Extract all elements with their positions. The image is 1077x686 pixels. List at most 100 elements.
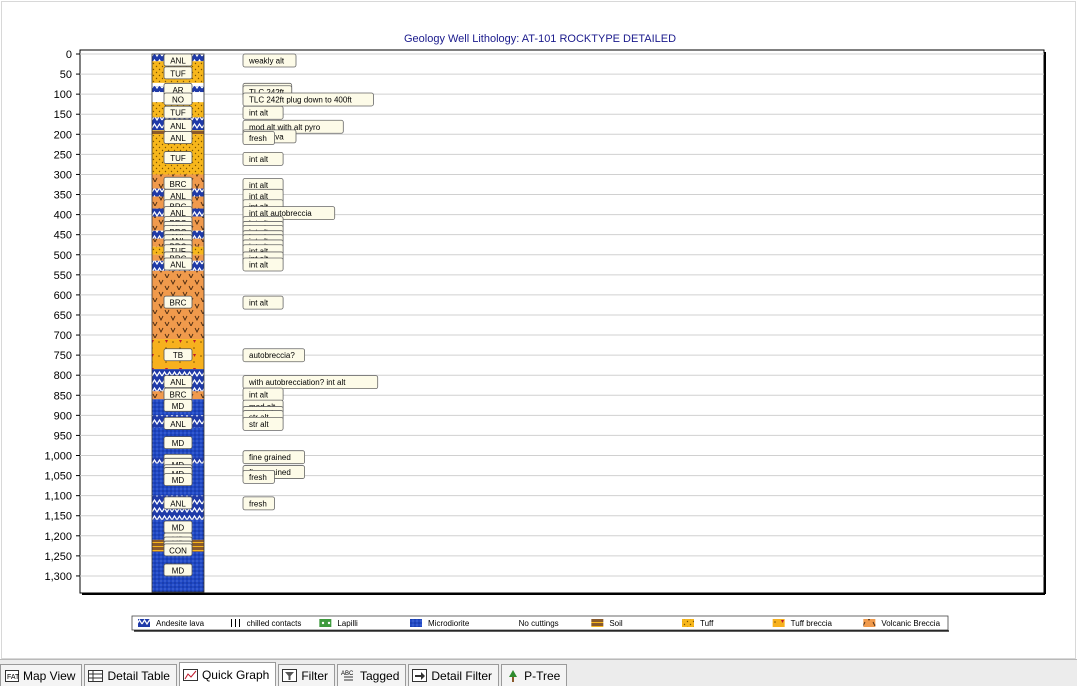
comment-text: weakly alt bbox=[248, 57, 285, 66]
comment-text: with autobrecciation? int alt bbox=[248, 378, 346, 387]
legend-swatch bbox=[591, 619, 604, 627]
y-tick-label: 50 bbox=[60, 69, 72, 81]
svg-text:ABC: ABC bbox=[341, 671, 354, 677]
comment-label: fresh bbox=[242, 469, 275, 484]
table-icon bbox=[88, 669, 104, 683]
y-tick-label: 600 bbox=[54, 290, 72, 302]
comment-label: int alt bbox=[242, 151, 284, 166]
comment-text: fresh bbox=[249, 499, 267, 508]
tab-label: Map View bbox=[23, 668, 76, 683]
rock-code-text: MD bbox=[172, 566, 185, 575]
tab-filter[interactable]: Filter bbox=[278, 664, 335, 686]
legend-swatch bbox=[772, 619, 785, 627]
comment-label: with autobrecciation? int alt bbox=[242, 375, 379, 390]
rock-code-label: ANL bbox=[163, 375, 193, 389]
tab-label: Quick Graph bbox=[201, 667, 270, 682]
y-tick-label: 800 bbox=[54, 370, 72, 382]
rock-code-text: ANL bbox=[170, 134, 186, 143]
rock-code-label: ANL bbox=[163, 131, 193, 144]
comment-text: str alt bbox=[249, 420, 269, 429]
legend-swatch bbox=[228, 619, 241, 627]
tab-p-tree[interactable]: P-Tree bbox=[501, 664, 568, 686]
rock-code-label: MD bbox=[163, 520, 193, 534]
y-axis: 0 50 100 150 200 250 300 350 400 450 500 550 600 650 7… bbox=[44, 49, 80, 583]
legend-label: Tuff breccia bbox=[791, 619, 833, 628]
legend-label: Andesite lava bbox=[156, 619, 205, 628]
comment-label: fresh bbox=[242, 131, 275, 145]
rock-code-label: BRC bbox=[163, 387, 193, 401]
svg-text:FAT: FAT bbox=[7, 674, 19, 681]
y-tick-label: 1,300 bbox=[44, 571, 72, 583]
tab-detail-filter[interactable]: Detail Filter bbox=[408, 664, 500, 686]
rock-code-text: ANL bbox=[170, 499, 186, 508]
rock-code-label: MD bbox=[163, 563, 193, 577]
rock-code-text: ANL bbox=[170, 122, 186, 131]
legend-swatch bbox=[863, 619, 876, 627]
comment-text: int alt bbox=[249, 299, 269, 308]
rock-code-label: NO bbox=[163, 92, 193, 106]
rock-code-text: CON bbox=[169, 546, 187, 555]
legend-label: Tuff bbox=[700, 619, 714, 628]
rock-code-label: TUF bbox=[163, 66, 193, 80]
rock-code-text: ANL bbox=[170, 57, 186, 66]
rock-code-text: MD bbox=[172, 476, 185, 485]
tab-quick-graph[interactable]: Quick Graph bbox=[178, 662, 277, 686]
y-tick-label: 900 bbox=[54, 410, 72, 422]
y-tick-label: 550 bbox=[54, 270, 72, 282]
tab-detail-table[interactable]: Detail Table bbox=[84, 664, 177, 686]
y-tick-label: 100 bbox=[54, 89, 72, 101]
y-tick-label: 1,050 bbox=[44, 471, 72, 483]
legend-swatch bbox=[138, 619, 150, 627]
rock-code-label: TUF bbox=[163, 105, 193, 119]
rock-code-label: TB bbox=[163, 348, 193, 362]
y-tick-label: 1,000 bbox=[44, 451, 72, 463]
y-tick-label: 300 bbox=[54, 169, 72, 181]
rock-code-text: NO bbox=[172, 95, 184, 104]
y-tick-label: 400 bbox=[54, 210, 72, 222]
rock-code-text: TUF bbox=[170, 154, 186, 163]
map-icon: FAT bbox=[4, 669, 19, 683]
y-tick-label: 750 bbox=[54, 350, 72, 362]
tab-label: Detail Table bbox=[107, 668, 170, 683]
rock-code-label: ANL bbox=[163, 119, 193, 132]
rock-code-label: ANL bbox=[163, 496, 193, 510]
tab-map-view[interactable]: FAT Map View bbox=[0, 664, 83, 686]
filter-icon bbox=[282, 669, 298, 683]
rock-code-text: BRC bbox=[170, 180, 187, 189]
y-tick-label: 650 bbox=[54, 310, 72, 322]
graph-icon bbox=[182, 668, 198, 682]
tag-icon: ABC bbox=[341, 669, 356, 683]
detail-filter-icon bbox=[412, 669, 428, 683]
y-tick-label: 500 bbox=[54, 250, 72, 262]
comment-label: TLC 242ft plug down to 400ft bbox=[242, 92, 374, 107]
rock-code-label: MD bbox=[163, 436, 193, 450]
rock-code-text: BRC bbox=[170, 299, 187, 308]
comment-text: int alt bbox=[249, 109, 269, 118]
view-tab-bar: FAT Map View Detail Table Quick Graph Filter… bbox=[0, 659, 1077, 686]
rock-code-label: TUF bbox=[163, 151, 193, 164]
comment-label: int alt bbox=[242, 257, 284, 272]
y-tick-label: 950 bbox=[54, 430, 72, 442]
legend: Andesite lava chilled contacts Lapilli Micr… bbox=[131, 615, 949, 632]
comment-text: fresh bbox=[249, 134, 267, 143]
legend-label: Soil bbox=[609, 619, 623, 628]
rock-code-label: ANL bbox=[163, 416, 193, 430]
rock-code-label: ANL bbox=[163, 53, 193, 67]
rock-code-text: TUF bbox=[170, 109, 186, 118]
comment-text: fresh bbox=[249, 473, 267, 482]
y-tick-label: 1,150 bbox=[44, 511, 72, 523]
y-tick-label: 1,200 bbox=[44, 531, 72, 543]
well-lithology-chart: Geology Well Lithology: AT-101 ROCKTYPE … bbox=[44, 33, 1046, 632]
rock-code-text: TB bbox=[173, 351, 183, 360]
tab-label: P-Tree bbox=[524, 668, 561, 683]
y-tick-label: 850 bbox=[54, 390, 72, 402]
comment-text: fine grained bbox=[249, 453, 291, 462]
tree-icon bbox=[505, 669, 520, 683]
legend-label: Microdiorite bbox=[428, 619, 470, 628]
tab-tagged[interactable]: ABC Tagged bbox=[337, 664, 407, 686]
comment-text: int alt bbox=[249, 155, 269, 164]
rock-code-text: ANL bbox=[170, 420, 186, 429]
rock-code-text: ANL bbox=[170, 260, 186, 269]
rock-code-text: MD bbox=[172, 402, 185, 411]
plot-frame bbox=[79, 49, 1046, 595]
